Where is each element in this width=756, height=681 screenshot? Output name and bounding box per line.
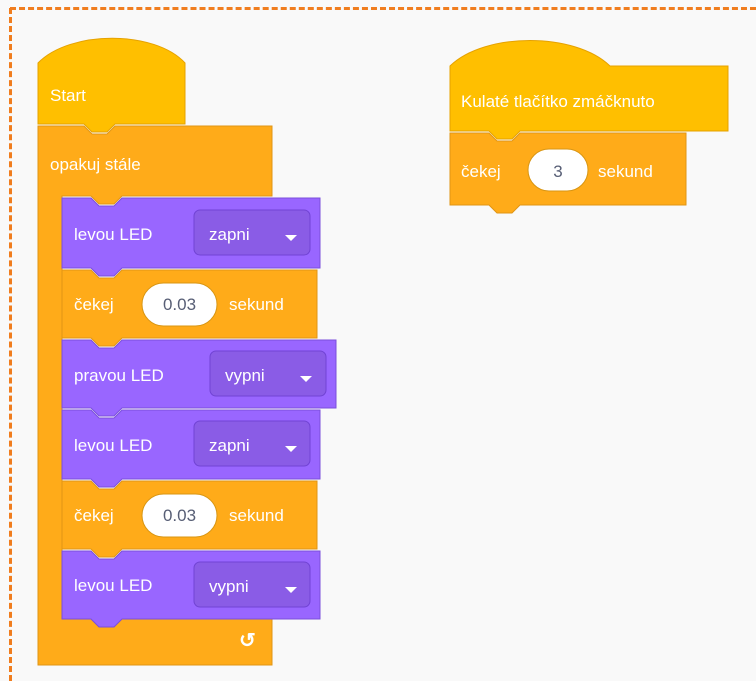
left-led-label: levou LED <box>74 225 152 244</box>
wait-unit-label: sekund <box>598 162 653 181</box>
wait-label: čekej <box>461 162 501 181</box>
right-led-label: pravou LED <box>74 366 164 385</box>
wait-label: čekej <box>74 295 114 314</box>
wait-duration-value: 0.03 <box>163 295 196 314</box>
button-pressed-label: Kulaté tlačítko zmáčknuto <box>461 92 655 111</box>
loop-arrow-icon: ↺ <box>239 630 256 652</box>
wait-duration-value: 0.03 <box>163 506 196 525</box>
forever-loop-label: opakuj stále <box>50 155 141 174</box>
led-state-value: vypni <box>225 366 265 385</box>
led-state-value: zapni <box>209 225 250 244</box>
script-canvas: Start opakuj stále ↺ levou LED zapni ček… <box>37 37 729 666</box>
wait-label: čekej <box>74 506 114 525</box>
led-state-value: zapni <box>209 436 250 455</box>
wait-duration-value: 3 <box>553 162 562 181</box>
button-pressed-hat-block[interactable] <box>449 40 729 140</box>
left-led-label: levou LED <box>74 436 152 455</box>
led-state-value: vypni <box>209 577 249 596</box>
left-led-label: levou LED <box>74 576 152 595</box>
wait-unit-label: sekund <box>229 295 284 314</box>
start-hat-label: Start <box>50 86 86 105</box>
wait-unit-label: sekund <box>229 506 284 525</box>
